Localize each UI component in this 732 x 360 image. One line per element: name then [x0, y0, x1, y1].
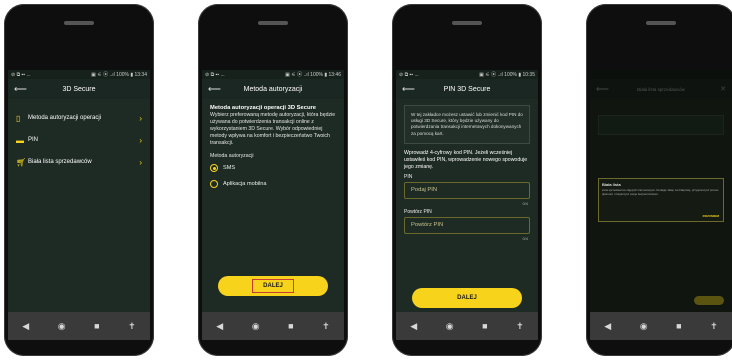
speaker	[258, 21, 288, 25]
next-button[interactable]: DALEJ	[412, 288, 522, 308]
menu-item-label: Metoda autoryzacji operacji	[28, 115, 102, 121]
radio-button[interactable]	[210, 180, 218, 188]
close-icon[interactable]: ✕	[720, 85, 726, 93]
recent-apps-icon[interactable]: ■	[676, 321, 681, 331]
radio-option-mobile-app[interactable]: Aplikacja mobilna	[202, 176, 344, 192]
app-bar: ⟵ 3D Secure	[8, 79, 150, 99]
accessibility-icon[interactable]: ✝	[128, 321, 136, 332]
dialog-confirm-button[interactable]: ROZUMIEM	[703, 214, 719, 218]
speaker	[64, 21, 94, 25]
phone-frame-1: ⊘ ⧉ ▪▪ ... ▣ ⚟ ⦿ ..ıl 100% ▮ 13:34 ⟵ 3D …	[4, 4, 154, 356]
recent-apps-icon[interactable]: ■	[482, 321, 487, 331]
method-label: Metoda autoryzacji	[210, 153, 254, 159]
screen-pin: ⊘ ⧉ ▪▪ ... ▣ ⚟ ⦿ ..ıl 100% ▮ 10:35 ⟵ PIN…	[396, 70, 538, 312]
next-button-label: DALEJ	[252, 279, 294, 293]
next-button[interactable]: DALEJ	[218, 276, 328, 296]
home-icon[interactable]: ◉	[640, 321, 648, 332]
info-dialog: Biała lista Lista sprzedawców objętych i…	[598, 178, 724, 222]
phone-frame-4: ⟵ Biała lista sprzedawców ✕ Biała lista …	[586, 4, 732, 356]
phone-frame-3: ⊘ ⧉ ▪▪ ... ▣ ⚟ ⦿ ..ıl 100% ▮ 10:35 ⟵ PIN…	[392, 4, 542, 356]
section-description: Wybierz preferowaną metodę autoryzacji, …	[210, 112, 336, 146]
screen-auth-method: ⊘ ⧉ ▪▪ ... ▣ ⚟ ⦿ ..ıl 100% ▮ 13:46 ⟵ Met…	[202, 70, 344, 312]
radio-button-selected[interactable]	[210, 164, 218, 172]
status-bar: ⊘ ⧉ ▪▪ ... ▣ ⚟ ⦿ ..ıl 100% ▮ 13:46	[202, 70, 344, 79]
status-left: ⊘ ⧉ ▪▪ ...	[205, 71, 225, 78]
back-arrow-icon[interactable]: ⟵	[596, 84, 609, 95]
phone-icon: ▯	[16, 113, 21, 123]
back-icon[interactable]: ◀	[216, 321, 223, 332]
android-nav-bar: ◀ ◉ ■ ✝	[590, 312, 732, 340]
android-nav-bar: ◀ ◉ ■ ✝	[8, 312, 150, 340]
page-title: Metoda autoryzacji	[243, 85, 303, 93]
status-left: ⊘ ⧉ ▪▪ ...	[11, 71, 31, 78]
back-arrow-icon[interactable]: ⟵	[208, 84, 221, 95]
menu-item-auth-method[interactable]: ▯ Metoda autoryzacji operacji ›	[8, 107, 150, 129]
recent-apps-icon[interactable]: ■	[94, 321, 99, 331]
chevron-right-icon: ›	[139, 157, 142, 167]
chevron-right-icon: ›	[139, 113, 142, 123]
status-right: ▣ ⚟ ⦿ ..ıl 100% ▮ 13:34	[91, 72, 147, 78]
dialog-text: Lista sprzedawców objętych internetowymi…	[602, 188, 719, 196]
phone-frame-2: ⊘ ⧉ ▪▪ ... ▣ ⚟ ⦿ ..ıl 100% ▮ 13:46 ⟵ Met…	[198, 4, 348, 356]
repeat-pin-label: Powtórz PIN	[404, 208, 432, 215]
accessibility-icon[interactable]: ✝	[516, 321, 524, 332]
status-bar	[590, 70, 732, 79]
menu-item-label: PIN	[28, 137, 39, 143]
back-icon[interactable]: ◀	[604, 321, 611, 332]
menu-item-pin[interactable]: ▬ PIN ›	[8, 129, 150, 151]
speaker	[646, 21, 676, 25]
pin-input[interactable]: Podaj PIN	[404, 181, 530, 199]
radio-label: SMS	[223, 165, 236, 171]
accessibility-icon[interactable]: ✝	[710, 321, 718, 332]
app-bar: ⟵ Biała lista sprzedawców ✕	[590, 79, 732, 99]
merchant-list-item	[598, 115, 724, 135]
pin-icon: ▬	[16, 135, 24, 145]
accessibility-icon[interactable]: ✝	[322, 321, 330, 332]
status-left: ⊘ ⧉ ▪▪ ...	[399, 71, 419, 78]
back-icon[interactable]: ◀	[410, 321, 417, 332]
page-title: 3D Secure	[62, 85, 96, 93]
status-bar: ⊘ ⧉ ▪▪ ... ▣ ⚟ ⦿ ..ıl 100% ▮ 13:34	[8, 70, 150, 79]
speaker	[452, 21, 482, 25]
chevron-right-icon: ›	[139, 135, 142, 145]
radio-option-sms[interactable]: SMS	[202, 160, 344, 176]
back-arrow-icon[interactable]: ⟵	[402, 84, 415, 95]
home-icon[interactable]: ◉	[58, 321, 66, 332]
status-right: ▣ ⚟ ⦿ ..ıl 100% ▮ 13:46	[285, 72, 341, 78]
recent-apps-icon[interactable]: ■	[288, 321, 293, 331]
status-bar: ⊘ ⧉ ▪▪ ... ▣ ⚟ ⦿ ..ıl 100% ▮ 10:35	[396, 70, 538, 79]
app-bar: ⟵ PIN 3D Secure	[396, 79, 538, 99]
cart-icon: 🛒︎	[16, 157, 27, 167]
screen-whitelist: ⟵ Biała lista sprzedawców ✕ Biała lista …	[590, 70, 732, 312]
add-button[interactable]	[694, 296, 724, 305]
pin-instruction: Wprowadź 4-cyfrowy kod PIN. Jeżeli wcześ…	[404, 149, 528, 170]
repeat-pin-input[interactable]: Powtórz PIN	[404, 216, 530, 234]
home-icon[interactable]: ◉	[446, 321, 454, 332]
pin-label: PIN	[404, 173, 413, 180]
page-title: Biała lista sprzedawców	[637, 86, 685, 92]
dialog-title: Biała lista	[602, 182, 621, 187]
repeat-pin-counter: 0/4	[522, 235, 528, 241]
menu-item-label: Biała lista sprzedawców	[28, 159, 92, 165]
android-nav-bar: ◀ ◉ ■ ✝	[202, 312, 344, 340]
screen-3d-secure: ⊘ ⧉ ▪▪ ... ▣ ⚟ ⦿ ..ıl 100% ▮ 13:34 ⟵ 3D …	[8, 70, 150, 312]
back-arrow-icon[interactable]: ⟵	[14, 84, 27, 95]
section-heading: Metoda autoryzacji operacji 3D Secure	[210, 105, 316, 111]
status-right: ▣ ⚟ ⦿ ..ıl 100% ▮ 10:35	[479, 72, 535, 78]
back-icon[interactable]: ◀	[22, 321, 29, 332]
info-box: W tej zakładce możesz ustawić lub zmieni…	[404, 105, 530, 144]
android-nav-bar: ◀ ◉ ■ ✝	[396, 312, 538, 340]
radio-label: Aplikacja mobilna	[223, 181, 267, 187]
page-title: PIN 3D Secure	[443, 85, 491, 93]
home-icon[interactable]: ◉	[252, 321, 260, 332]
menu-item-whitelist[interactable]: 🛒︎ Biała lista sprzedawców ›	[8, 151, 150, 173]
app-bar: ⟵ Metoda autoryzacji	[202, 79, 344, 99]
